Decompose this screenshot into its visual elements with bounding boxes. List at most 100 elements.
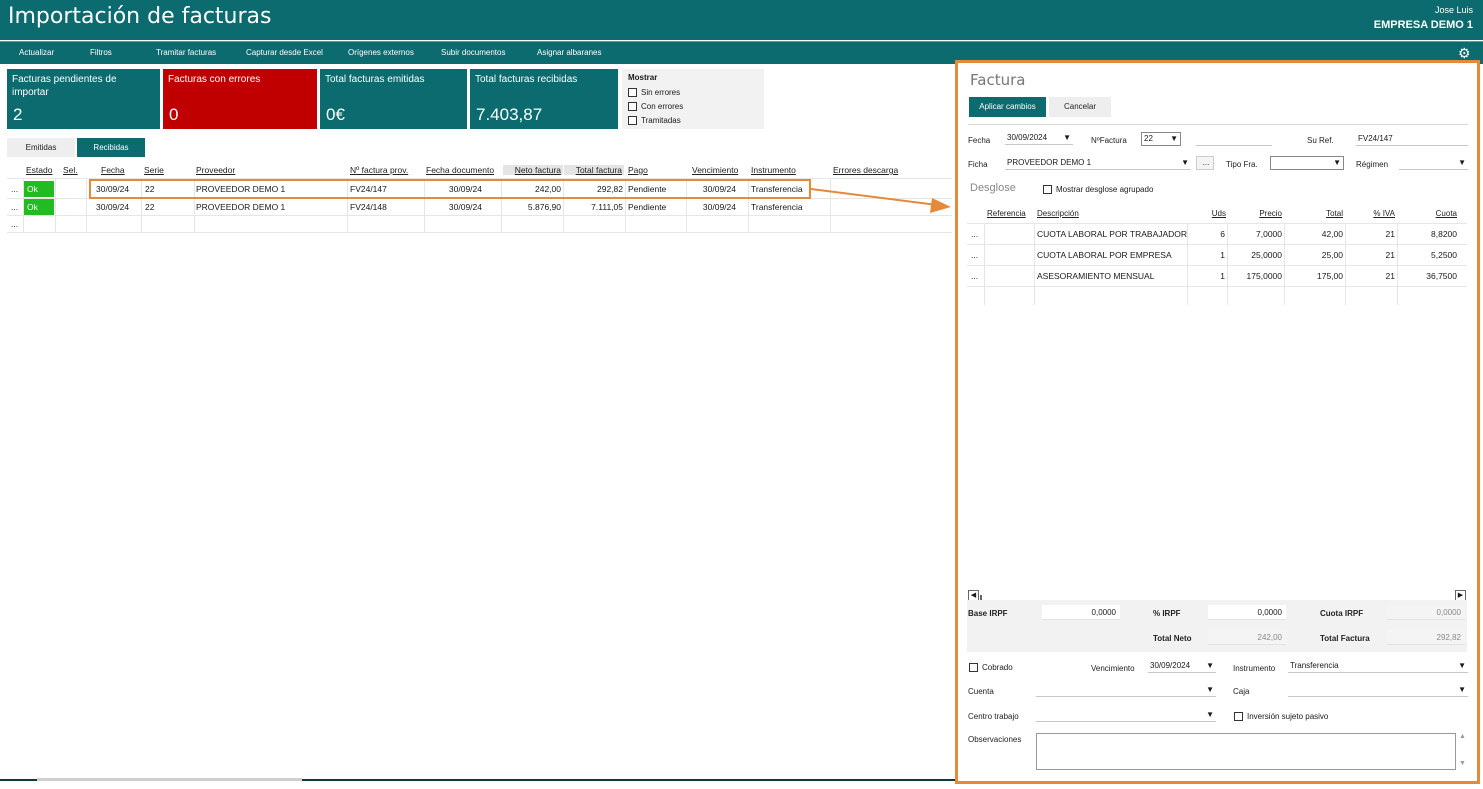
observaciones-label: Observaciones bbox=[968, 735, 1022, 744]
line-cuota: 5,2500 bbox=[1431, 250, 1457, 260]
suref-value: FV24/147 bbox=[1358, 134, 1393, 143]
vencimiento-value: 30/09/2024 bbox=[1150, 661, 1191, 670]
line-menu-button[interactable]: ... bbox=[971, 271, 978, 281]
line-precio: 175,0000 bbox=[1246, 271, 1282, 281]
chevron-down-icon: ▼ bbox=[1181, 158, 1189, 167]
line-col-uds[interactable]: Uds bbox=[1189, 209, 1226, 218]
divider bbox=[968, 124, 1468, 125]
ficha-label: Ficha bbox=[968, 160, 988, 169]
invoice-title: Factura bbox=[970, 71, 1026, 89]
suref-label: Su Ref. bbox=[1307, 136, 1334, 145]
line-descripcion: CUOTA LABORAL POR EMPRESA bbox=[1037, 250, 1172, 260]
instrumento-value: Transferencia bbox=[1290, 661, 1339, 670]
group-breakdown-toggle[interactable]: Mostrar desglose agrupado bbox=[1043, 182, 1153, 196]
total-factura-output: 292,82 bbox=[1387, 630, 1465, 645]
line-col-precio[interactable]: Precio bbox=[1228, 209, 1282, 218]
tipofra-select[interactable]: ▼ bbox=[1270, 156, 1344, 170]
fecha-value: 30/09/2024 bbox=[1007, 133, 1048, 142]
grid-line bbox=[967, 244, 1467, 245]
vencimiento-label: Vencimiento bbox=[1091, 664, 1135, 673]
grid-vline bbox=[1034, 223, 1035, 305]
caja-label: Caja bbox=[1233, 687, 1250, 696]
total-neto-label: Total Neto bbox=[1153, 634, 1192, 643]
line-col-referencia[interactable]: Referencia bbox=[987, 209, 1026, 218]
scroll-down-icon[interactable]: ▼ bbox=[1459, 760, 1466, 767]
line-total: 175,00 bbox=[1317, 271, 1343, 281]
chevron-down-icon: ▼ bbox=[1063, 133, 1071, 142]
instrumento-select[interactable]: Transferencia ▼ bbox=[1288, 659, 1468, 673]
line-iva: 21 bbox=[1385, 229, 1395, 239]
scroll-up-icon[interactable]: ▲ bbox=[1459, 733, 1466, 740]
line-precio: 25,0000 bbox=[1251, 250, 1282, 260]
cancel-button[interactable]: Cancelar bbox=[1049, 97, 1111, 117]
line-cuota: 36,7500 bbox=[1426, 271, 1457, 281]
chevron-down-icon: ▼ bbox=[1206, 685, 1214, 694]
nfactura-select[interactable]: 22 ▼ bbox=[1141, 132, 1181, 146]
base-irpf-label: Base IRPF bbox=[968, 609, 1008, 618]
nfactura-extra-input[interactable] bbox=[1196, 132, 1272, 146]
nfactura-label: NºFactura bbox=[1091, 136, 1127, 145]
checkbox[interactable] bbox=[1043, 184, 1052, 194]
line-iva: 21 bbox=[1385, 250, 1395, 260]
cuota-irpf-label: Cuota IRPF bbox=[1320, 609, 1364, 618]
line-col-total[interactable]: Total bbox=[1285, 209, 1343, 218]
cuenta-select[interactable]: ▼ bbox=[1036, 683, 1216, 697]
base-irpf-input[interactable]: 0,0000 bbox=[1042, 605, 1120, 620]
cobrado-toggle[interactable]: Cobrado bbox=[969, 660, 1013, 674]
instrumento-label: Instrumento bbox=[1233, 664, 1276, 673]
line-total: 25,00 bbox=[1321, 250, 1343, 260]
chevron-down-icon: ▼ bbox=[1458, 661, 1466, 670]
inversion-label: Inversión sujeto pasivo bbox=[1247, 711, 1329, 721]
line-col-iva[interactable]: % IVA bbox=[1346, 209, 1395, 218]
regimen-select[interactable]: ▼ bbox=[1399, 156, 1468, 170]
grid-vline bbox=[984, 223, 985, 305]
line-col-descripcion[interactable]: Descripción bbox=[1037, 209, 1079, 218]
invoice-panel: Factura Aplicar cambios Cancelar Fecha 3… bbox=[955, 60, 1480, 784]
line-uds: 6 bbox=[1220, 229, 1225, 239]
cobrado-label: Cobrado bbox=[982, 662, 1013, 672]
chevron-down-icon: ▼ bbox=[1206, 661, 1214, 670]
line-menu-button[interactable]: ... bbox=[971, 229, 978, 239]
observaciones-textarea[interactable] bbox=[1036, 733, 1456, 770]
tipofra-label: Tipo Fra. bbox=[1226, 160, 1258, 169]
line-precio: 7,0000 bbox=[1256, 229, 1282, 239]
centro-trabajo-select[interactable]: ▼ bbox=[1036, 708, 1216, 722]
total-factura-label: Total Factura bbox=[1320, 634, 1370, 643]
grid-line bbox=[967, 286, 1467, 287]
grid-line bbox=[967, 223, 1467, 224]
fecha-label: Fecha bbox=[968, 136, 991, 145]
fecha-datepicker[interactable]: 30/09/2024 ▼ bbox=[1005, 131, 1073, 145]
pct-irpf-label: % IRPF bbox=[1153, 609, 1181, 618]
caja-select[interactable]: ▼ bbox=[1288, 683, 1468, 697]
vencimiento-datepicker[interactable]: 30/09/2024 ▼ bbox=[1148, 659, 1216, 673]
cuenta-label: Cuenta bbox=[968, 687, 994, 696]
cuota-irpf-output: 0,0000 bbox=[1387, 605, 1465, 620]
group-breakdown-label: Mostrar desglose agrupado bbox=[1056, 184, 1154, 194]
line-col-cuota[interactable]: Cuota bbox=[1398, 209, 1457, 218]
chevron-down-icon: ▼ bbox=[1458, 158, 1466, 167]
chevron-down-icon: ▼ bbox=[1333, 158, 1341, 167]
horizontal-scrollbar[interactable] bbox=[37, 778, 302, 781]
pct-irpf-input[interactable]: 0,0000 bbox=[1208, 605, 1286, 620]
ficha-select[interactable]: PROVEEDOR DEMO 1 ▼ bbox=[1005, 156, 1191, 170]
desglose-label: Desglose bbox=[970, 182, 1016, 194]
apply-changes-button[interactable]: Aplicar cambios bbox=[969, 97, 1046, 117]
chevron-down-icon: ▼ bbox=[1170, 134, 1178, 143]
line-total: 42,00 bbox=[1321, 229, 1343, 239]
chevron-down-icon: ▼ bbox=[1458, 685, 1466, 694]
line-descripcion: ASESORAMIENTO MENSUAL bbox=[1037, 271, 1155, 281]
line-uds: 1 bbox=[1220, 271, 1225, 281]
line-menu-button[interactable]: ... bbox=[971, 250, 978, 260]
suref-input[interactable]: FV24/147 bbox=[1356, 132, 1468, 146]
grid-vline bbox=[1187, 223, 1188, 305]
checkbox[interactable] bbox=[969, 662, 978, 672]
chevron-down-icon: ▼ bbox=[1206, 710, 1214, 719]
regimen-label: Régimen bbox=[1356, 160, 1389, 169]
line-iva: 21 bbox=[1385, 271, 1395, 281]
checkbox[interactable] bbox=[1234, 711, 1243, 721]
ficha-value: PROVEEDOR DEMO 1 bbox=[1007, 158, 1092, 167]
line-cuota: 8,8200 bbox=[1431, 229, 1457, 239]
ficha-more-button[interactable]: ... bbox=[1196, 156, 1214, 170]
grid-line bbox=[967, 265, 1467, 266]
inversion-sujeto-pasivo-toggle[interactable]: Inversión sujeto pasivo bbox=[1234, 709, 1328, 723]
